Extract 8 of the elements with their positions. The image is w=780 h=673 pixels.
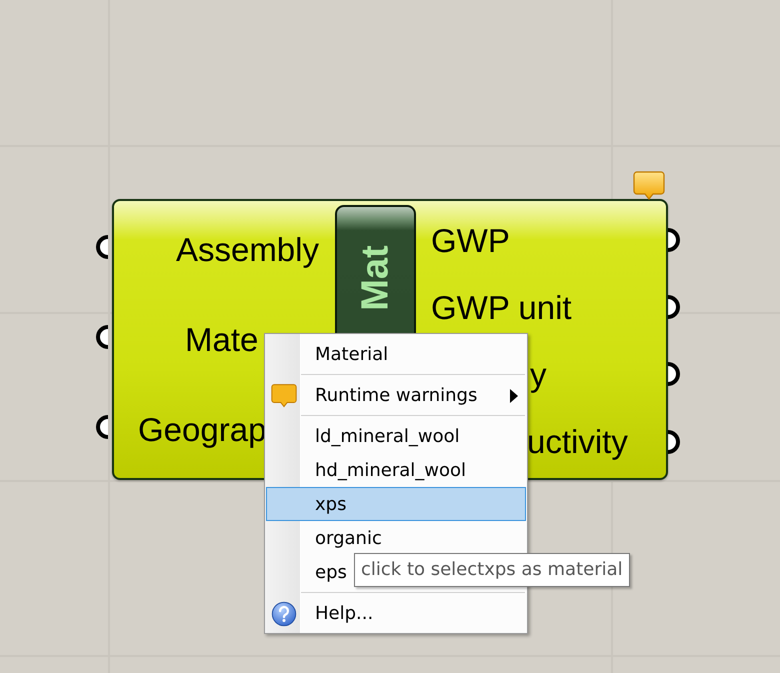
input-label: Assembly xyxy=(176,230,320,270)
component-nickname: Mat xyxy=(354,245,398,311)
output-label: uctivity xyxy=(527,422,629,462)
output-label: y xyxy=(530,355,548,395)
output-label: GWP xyxy=(431,221,511,261)
tooltip: click to selectxps as material xyxy=(354,553,630,587)
output-label: GWP unit xyxy=(431,288,573,328)
menu-title: Material xyxy=(314,343,390,367)
